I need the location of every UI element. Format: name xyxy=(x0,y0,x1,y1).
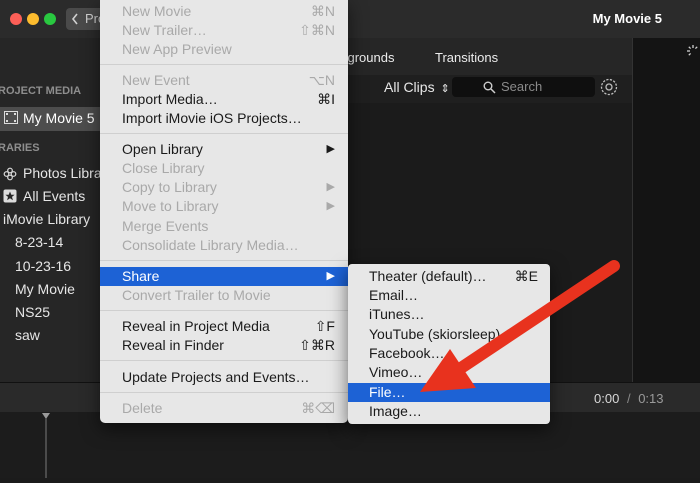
chevron-right-icon: ▶ xyxy=(326,270,335,282)
window-title: My Movie 5 xyxy=(592,11,662,26)
film-icon xyxy=(4,111,18,129)
clip-filter-label: All Clips xyxy=(384,79,435,95)
menu-item-new-movie[interactable]: New Movie ⌘N xyxy=(100,2,348,21)
playhead-icon[interactable] xyxy=(41,412,51,483)
menu-item-reveal-in-finder[interactable]: Reveal in Finder ⇧⌘R xyxy=(100,336,348,355)
timecode-separator: / xyxy=(626,391,631,406)
sidebar-item-photos-library[interactable]: Photos Librar xyxy=(23,165,106,181)
viewer-panel xyxy=(632,38,700,382)
menu-separator xyxy=(100,360,348,361)
menu-item-delete[interactable]: Delete ⌘⌫ xyxy=(100,399,348,418)
project-media-header: ROJECT MEDIA xyxy=(0,85,82,97)
sidebar-item-label: My Movie 5 xyxy=(23,110,95,126)
close-window-button[interactable] xyxy=(10,13,22,25)
tab-transitions[interactable]: Transitions xyxy=(435,50,498,65)
chevron-left-icon xyxy=(70,8,80,30)
share-item-email[interactable]: Email… xyxy=(348,286,550,305)
menu-item-import-media[interactable]: Import Media… ⌘I xyxy=(100,90,348,109)
gear-icon[interactable] xyxy=(600,78,618,96)
menu-item-import-ios-projects[interactable]: Import iMovie iOS Projects… xyxy=(100,109,348,128)
share-item-theater[interactable]: Theater (default)… ⌘E xyxy=(348,267,550,286)
menu-item-open-library[interactable]: Open Library ▶ xyxy=(100,140,348,159)
sidebar-item-event[interactable]: NS25 xyxy=(15,304,50,320)
menu-separator xyxy=(100,260,348,261)
sidebar-item-event[interactable]: My Movie xyxy=(15,281,75,297)
menu-item-convert-trailer[interactable]: Convert Trailer to Movie xyxy=(100,286,348,305)
menu-item-new-trailer[interactable]: New Trailer… ⇧⌘N xyxy=(100,21,348,40)
total-time: 0:13 xyxy=(638,391,664,406)
clip-filter-select[interactable]: All Clips ⇕ xyxy=(384,79,450,95)
minimize-window-button[interactable] xyxy=(27,13,39,25)
share-submenu: Theater (default)… ⌘E Email… iTunes… YouT… xyxy=(348,264,550,424)
share-item-itunes[interactable]: iTunes… xyxy=(348,305,550,324)
sidebar-item-all-events[interactable]: All Events xyxy=(23,188,85,204)
sidebar-item-imovie-library[interactable]: iMovie Library xyxy=(3,211,90,227)
menu-item-new-event[interactable]: New Event ⌥N xyxy=(100,71,348,90)
search-icon xyxy=(483,80,496,100)
libraries-header: RARIES xyxy=(0,142,40,154)
share-item-vimeo[interactable]: Vimeo… xyxy=(348,363,550,382)
share-item-image[interactable]: Image… xyxy=(348,402,550,421)
menu-item-copy-to-library[interactable]: Copy to Library ▶ xyxy=(100,178,348,197)
menu-separator xyxy=(100,64,348,65)
share-item-file[interactable]: File… xyxy=(348,383,550,402)
menu-item-update-projects[interactable]: Update Projects and Events… xyxy=(100,368,348,387)
current-time: 0:00 xyxy=(594,391,620,406)
menu-separator xyxy=(100,133,348,134)
photos-icon xyxy=(3,167,17,186)
menu-item-move-to-library[interactable]: Move to Library ▶ xyxy=(100,197,348,216)
chevron-right-icon: ▶ xyxy=(326,200,335,212)
sidebar-item-event[interactable]: saw xyxy=(15,327,40,343)
tab-backgrounds[interactable]: kgrounds xyxy=(341,50,394,65)
file-menu: New Movie ⌘N New Trailer… ⇧⌘N New App Prev… xyxy=(100,0,348,423)
sidebar-item-event[interactable]: 8-23-14 xyxy=(15,234,63,250)
sidebar-item-event[interactable]: 10-23-16 xyxy=(15,258,71,274)
star-icon xyxy=(3,189,17,208)
chevron-updown-icon: ⇕ xyxy=(440,83,450,95)
menu-separator xyxy=(100,392,348,393)
menu-item-share[interactable]: Share ▶ xyxy=(100,267,348,286)
menu-separator xyxy=(100,310,348,311)
chevron-right-icon: ▶ xyxy=(326,143,335,155)
menu-item-reveal-in-project-media[interactable]: Reveal in Project Media ⇧F xyxy=(100,317,348,336)
menu-item-new-app-preview[interactable]: New App Preview xyxy=(100,40,348,59)
magic-wand-icon[interactable] xyxy=(686,44,700,63)
search-placeholder: Search xyxy=(501,79,543,94)
menu-item-close-library[interactable]: Close Library xyxy=(100,159,348,178)
share-item-youtube[interactable]: YouTube (skiorsleep)… xyxy=(348,325,550,344)
share-item-facebook[interactable]: Facebook… xyxy=(348,344,550,363)
chevron-right-icon: ▶ xyxy=(326,181,335,193)
timecode: 0:00 / 0:13 xyxy=(594,391,664,406)
search-field[interactable]: Search xyxy=(452,77,595,97)
menu-item-merge-events[interactable]: Merge Events xyxy=(100,217,348,236)
zoom-window-button[interactable] xyxy=(44,13,56,25)
menu-item-consolidate-media[interactable]: Consolidate Library Media… xyxy=(100,236,348,255)
